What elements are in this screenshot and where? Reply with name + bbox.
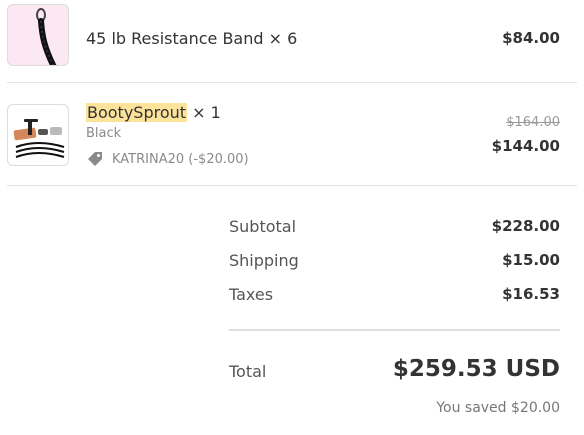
item-title: 45 lb Resistance Band × 6: [86, 29, 297, 48]
subtotal-row: Subtotal $228.00: [229, 217, 560, 236]
item-price: $144.00: [491, 137, 560, 155]
original-price: $164.00: [506, 115, 560, 130]
discount-tag: KATRINA20 (-$20.00): [86, 150, 249, 168]
taxes-label: Taxes: [229, 285, 274, 304]
total-divider: [229, 329, 560, 331]
item-name: BootySprout: [86, 103, 188, 122]
divider: [7, 82, 577, 83]
subtotal-value: $228.00: [491, 217, 560, 235]
total-label: Total: [229, 362, 267, 381]
product-image-resistance-band: [7, 4, 69, 66]
item-quantity: × 1: [192, 103, 221, 122]
item-quantity: × 6: [268, 29, 298, 48]
product-image-bootysprout: [7, 104, 69, 166]
taxes-value: $16.53: [502, 285, 560, 303]
savings-text: You saved $20.00: [436, 400, 560, 416]
item-title: BootySprout × 1: [86, 103, 221, 122]
discount-code: KATRINA20 (-$20.00): [112, 151, 249, 167]
resistance-band-icon: [36, 8, 57, 65]
item-price: $84.00: [502, 29, 560, 47]
total-amount: $259.53 USD: [392, 356, 560, 382]
shipping-label: Shipping: [229, 251, 299, 270]
subtotal-label: Subtotal: [229, 217, 297, 236]
tag-icon: [88, 152, 102, 166]
taxes-row: Taxes $16.53: [229, 285, 560, 304]
item-name: 45 lb Resistance Band: [86, 29, 264, 48]
booty-sprout-product-icon: [13, 119, 65, 158]
shipping-row: Shipping $15.00: [229, 251, 560, 270]
item-variant: Black: [86, 126, 122, 141]
divider: [7, 185, 577, 186]
shipping-value: $15.00: [502, 251, 560, 269]
